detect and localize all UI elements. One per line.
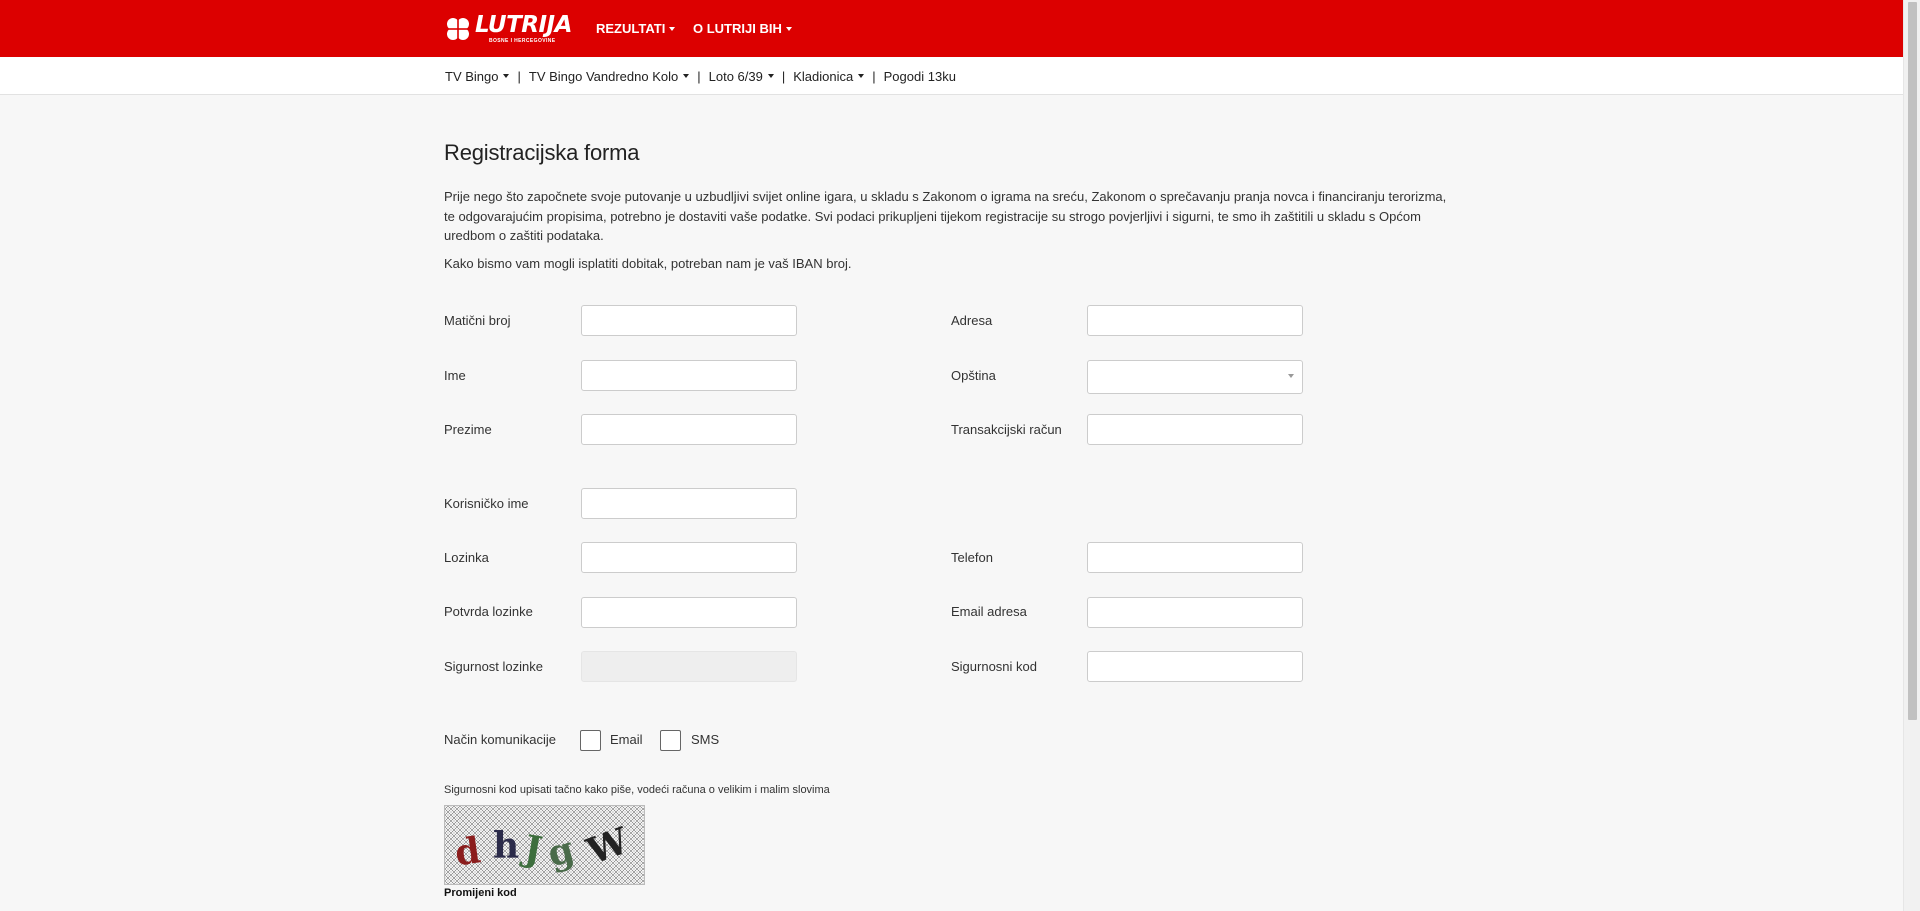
- intro-paragraph: Prije nego što započnete svoje putovanje…: [444, 189, 1447, 243]
- korisnicko-ime-input[interactable]: [581, 488, 797, 519]
- email-adresa-input[interactable]: [1087, 597, 1303, 628]
- sms-checkbox-label[interactable]: SMS: [691, 732, 719, 747]
- subnav-separator: |: [517, 68, 521, 84]
- change-captcha-link[interactable]: Promijeni kod: [444, 887, 517, 899]
- page-scrollbar[interactable]: [1903, 0, 1920, 911]
- subnav-separator: |: [781, 68, 786, 84]
- telefon-label: Telefon: [951, 550, 993, 565]
- korisnicko-ime-label: Korisničko ime: [444, 496, 529, 511]
- opstina-select[interactable]: [1087, 360, 1303, 394]
- adresa-input[interactable]: [1087, 305, 1303, 336]
- potvrda-lozinke-label: Potvrda lozinke: [444, 604, 533, 619]
- subnav-kladionica[interactable]: Kladionica: [793, 69, 865, 84]
- email-adresa-label: Email adresa: [951, 604, 1027, 619]
- sigurnosni-kod-input[interactable]: [1087, 651, 1303, 682]
- sigurnosni-kod-label: Sigurnosni kod: [951, 659, 1037, 674]
- nav-o-lutriji-bih[interactable]: O LUTRIJI BIH: [693, 0, 792, 57]
- subnav-tv-bingo[interactable]: TV Bingo: [445, 69, 510, 84]
- ime-input[interactable]: [581, 360, 797, 391]
- caret-down-icon: [503, 74, 510, 78]
- chevron-down-icon: [1288, 374, 1294, 378]
- email-checkbox[interactable]: [580, 730, 601, 751]
- sms-checkbox[interactable]: [660, 730, 681, 751]
- captcha-image: d h J g W: [444, 805, 645, 885]
- captcha-instructions: Sigurnosni kod upisati tačno kako piše, …: [444, 784, 830, 796]
- subnav-separator: |: [697, 68, 701, 84]
- adresa-label: Adresa: [951, 313, 993, 328]
- nav-rezultati-label: REZULTATI: [596, 21, 666, 36]
- nav-o-lutriji-bih-label: O LUTRIJI BIH: [693, 21, 782, 36]
- subnav-separator: |: [872, 68, 876, 84]
- sigurnost-lozinke-label: Sigurnost lozinke: [444, 659, 543, 674]
- brand-tagline: BOSNE I HERCEGOVINE: [489, 38, 556, 44]
- scrollbar-thumb[interactable]: [1908, 2, 1917, 720]
- iban-note: Kako bismo vam mogli isplatiti dobitak, …: [444, 255, 852, 271]
- lozinka-label: Lozinka: [444, 550, 489, 565]
- subnav-tv-bingo-vandredno-kolo[interactable]: TV Bingo Vandredno Kolo: [529, 69, 690, 84]
- maticni-broj-label: Matični broj: [444, 313, 511, 328]
- prezime-label: Prezime: [444, 422, 492, 437]
- caret-down-icon: [683, 74, 690, 78]
- opstina-label: Opština: [951, 368, 996, 383]
- potvrda-lozinke-input[interactable]: [581, 597, 797, 628]
- captcha-picture: d h J g W: [445, 806, 644, 884]
- lutrija-logo[interactable]: LUTRIJA BOSNE I HERCEGOVINE: [444, 12, 572, 46]
- caret-down-icon: [669, 26, 676, 31]
- subnav-loto-639[interactable]: Loto 6/39: [709, 69, 774, 84]
- lozinka-input[interactable]: [581, 542, 797, 573]
- registration-intro: Registracijska forma Prije nego što zapo…: [444, 140, 1454, 271]
- caret-down-icon: [785, 26, 792, 31]
- subnav-pogodi-13ku[interactable]: Pogodi 13ku: [884, 69, 956, 84]
- sub-navbar: TV Bingo | TV Bingo Vandredno Kolo | Lot…: [0, 57, 1903, 95]
- caret-down-icon: [767, 74, 774, 78]
- page-title: Registracijska forma: [444, 140, 640, 165]
- transakcijski-racun-input[interactable]: [1087, 414, 1303, 445]
- clover-icon: [447, 18, 469, 40]
- brand-name: LUTRIJA: [475, 12, 572, 38]
- top-navbar: LUTRIJA BOSNE I HERCEGOVINE REZULTATI O …: [0, 0, 1903, 57]
- ime-label: Ime: [444, 368, 466, 383]
- prezime-input[interactable]: [581, 414, 797, 445]
- nacin-komunikacije-label: Način komunikacije: [444, 732, 556, 747]
- telefon-input[interactable]: [1087, 542, 1303, 573]
- svg-text:h: h: [493, 825, 519, 867]
- maticni-broj-input[interactable]: [581, 305, 797, 336]
- caret-down-icon: [858, 74, 865, 78]
- transakcijski-racun-label: Transakcijski račun: [951, 422, 1062, 437]
- nav-rezultati[interactable]: REZULTATI: [596, 0, 676, 57]
- sigurnost-lozinke-meter: [581, 651, 797, 682]
- email-checkbox-label[interactable]: Email: [610, 732, 643, 747]
